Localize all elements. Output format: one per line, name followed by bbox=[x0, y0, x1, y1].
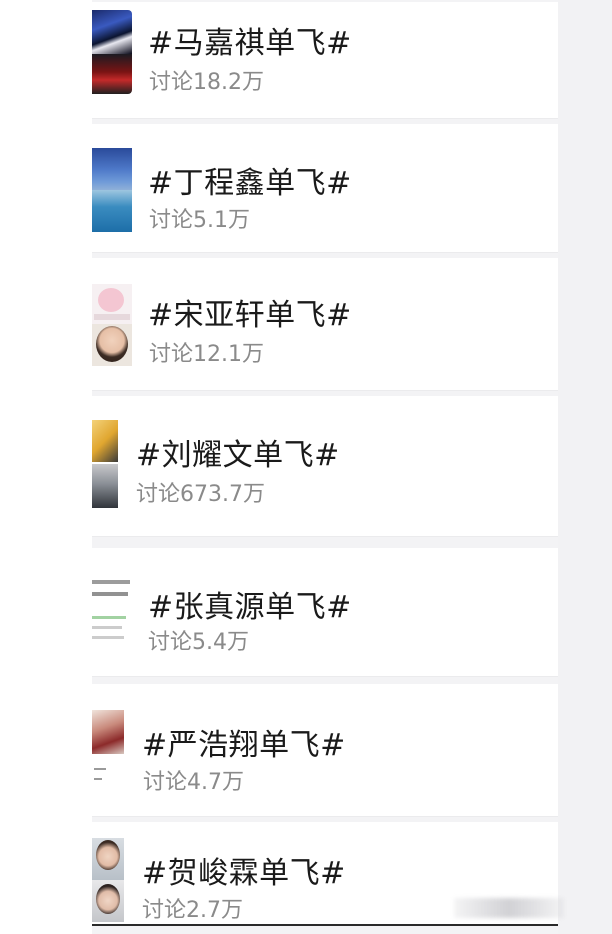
topic-thumbnail bbox=[92, 578, 132, 648]
topic-title: #贺峻霖单飞# bbox=[142, 856, 346, 891]
right-margin bbox=[558, 0, 612, 934]
topic-discussion-count: 讨论18.2万 bbox=[149, 70, 264, 95]
topic-thumbnail bbox=[92, 420, 118, 508]
topic-title: #宋亚轩单飞# bbox=[148, 298, 352, 333]
topic-thumbnail bbox=[92, 284, 132, 366]
topic-thumbnail bbox=[92, 148, 132, 232]
topic-title: #丁程鑫单飞# bbox=[148, 166, 352, 201]
topic-list: #马嘉祺单飞# 讨论18.2万 #丁程鑫单飞# 讨论5.1万 #宋亚轩单飞# 讨… bbox=[92, 0, 558, 934]
left-margin bbox=[0, 0, 92, 934]
topic-discussion-count: 讨论5.4万 bbox=[148, 630, 249, 655]
topic-item-5[interactable]: #张真源单飞# 讨论5.4万 bbox=[92, 548, 558, 676]
topic-title: #刘耀文单飞# bbox=[136, 438, 340, 473]
topic-item-4[interactable]: #刘耀文单飞# 讨论673.7万 bbox=[92, 396, 558, 536]
topic-item-1[interactable]: #马嘉祺单飞# 讨论18.2万 bbox=[92, 2, 558, 118]
topic-thumbnail bbox=[92, 710, 124, 794]
topic-discussion-count: 讨论4.7万 bbox=[143, 770, 244, 795]
bottom-divider bbox=[92, 924, 558, 926]
topic-item-6[interactable]: #严浩翔单飞# 讨论4.7万 bbox=[92, 684, 558, 816]
topic-title: #张真源单飞# bbox=[148, 590, 352, 625]
topic-thumbnail bbox=[92, 838, 124, 922]
screen: #马嘉祺单飞# 讨论18.2万 #丁程鑫单飞# 讨论5.1万 #宋亚轩单飞# 讨… bbox=[0, 0, 612, 934]
topic-title: #严浩翔单飞# bbox=[142, 728, 346, 763]
topic-discussion-count: 讨论12.1万 bbox=[149, 342, 264, 367]
topic-thumbnail bbox=[92, 10, 132, 94]
topic-discussion-count: 讨论2.7万 bbox=[142, 898, 243, 923]
topic-item-3[interactable]: #宋亚轩单飞# 讨论12.1万 bbox=[92, 258, 558, 390]
blurred-watermark bbox=[454, 898, 564, 918]
topic-item-2[interactable]: #丁程鑫单飞# 讨论5.1万 bbox=[92, 124, 558, 252]
topic-discussion-count: 讨论673.7万 bbox=[136, 482, 265, 507]
topic-title: #马嘉祺单飞# bbox=[148, 26, 352, 61]
topic-discussion-count: 讨论5.1万 bbox=[149, 208, 250, 233]
